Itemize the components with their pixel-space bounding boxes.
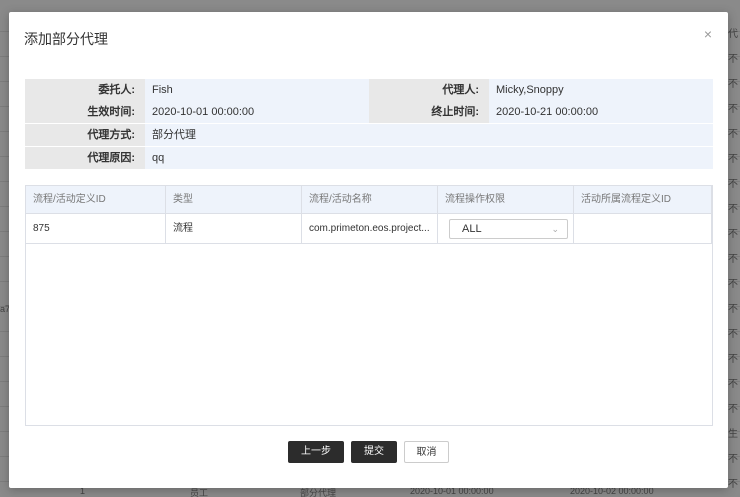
background-bottom-cell: 部分代理 bbox=[300, 488, 337, 497]
agent-value: Micky,Snoppy bbox=[496, 84, 564, 96]
end-time-label: 终止时间: bbox=[431, 106, 479, 118]
background-bottom-cell: 员工 bbox=[190, 488, 209, 497]
background-right-cell: 不 bbox=[728, 279, 738, 290]
principal-label: 委托人: bbox=[98, 84, 135, 96]
chevron-down-icon: ⌄ bbox=[551, 224, 559, 234]
background-right-column: 代不不不不不不不不不不不不不不不生不不 bbox=[728, 0, 740, 497]
reason-label: 代理原因: bbox=[25, 147, 145, 169]
start-time-value: 2020-10-01 00:00:00 bbox=[152, 106, 255, 118]
background-right-cell: 不 bbox=[728, 204, 738, 215]
info-row-reason: 代理原因: qq bbox=[25, 147, 713, 169]
column-header-parent-id[interactable]: 活动所属流程定义ID bbox=[574, 186, 712, 213]
background-right-cell: 不 bbox=[728, 254, 738, 265]
cell-process-id: 875 bbox=[26, 214, 166, 243]
background-right-cell: 不 bbox=[728, 454, 738, 465]
principal-value: Fish bbox=[152, 84, 173, 96]
dialog-title: 添加部分代理 bbox=[24, 31, 108, 47]
reason-value: qq bbox=[145, 147, 713, 169]
background-right-cell: 不 bbox=[728, 104, 738, 115]
column-header-name[interactable]: 流程/活动名称 bbox=[302, 186, 438, 213]
mode-value: 部分代理 bbox=[145, 124, 713, 146]
close-icon[interactable]: × bbox=[700, 26, 716, 42]
background-right-cell: 不 bbox=[728, 229, 738, 240]
cell-name: com.primeton.eos.project... bbox=[302, 214, 438, 243]
previous-step-button[interactable]: 上一步 bbox=[288, 441, 344, 463]
reason-value-text: qq bbox=[152, 152, 165, 164]
submit-button[interactable]: 提交 bbox=[351, 441, 397, 463]
delegation-info-form: 委托人: 生效时间: Fish 2020-10-01 00:00:00 代理人:… bbox=[25, 79, 713, 170]
cell-type: 流程 bbox=[166, 214, 302, 243]
agent-label: 代理人: bbox=[442, 84, 479, 96]
background-right-cell: 代 bbox=[728, 29, 738, 40]
column-header-process-id[interactable]: 流程/活动定义ID bbox=[26, 186, 166, 213]
background-right-cell: 不 bbox=[728, 154, 738, 165]
end-time-value: 2020-10-21 00:00:00 bbox=[496, 106, 599, 118]
cancel-button[interactable]: 取消 bbox=[404, 441, 449, 463]
background-right-cell: 不 bbox=[728, 354, 738, 365]
cell-permission: ALL ⌄ bbox=[438, 214, 574, 243]
background-right-cell: 不 bbox=[728, 129, 738, 140]
info-values-right: Micky,Snoppy 2020-10-21 00:00:00 bbox=[489, 79, 713, 123]
cell-parent-id bbox=[574, 214, 712, 243]
permission-select[interactable]: ALL ⌄ bbox=[449, 219, 568, 239]
info-labels-right: 代理人: 终止时间: bbox=[369, 79, 489, 123]
info-row-people-dates: 委托人: 生效时间: Fish 2020-10-01 00:00:00 代理人:… bbox=[25, 79, 713, 123]
start-time-label: 生效时间: bbox=[87, 106, 135, 118]
mode-label: 代理方式: bbox=[25, 124, 145, 146]
background-right-cell: 不 bbox=[728, 179, 738, 190]
info-values-left: Fish 2020-10-01 00:00:00 bbox=[145, 79, 369, 123]
column-header-permission[interactable]: 流程操作权限 bbox=[438, 186, 574, 213]
mode-value-text: 部分代理 bbox=[152, 129, 196, 141]
reason-label-text: 代理原因: bbox=[87, 152, 135, 164]
background-bottom-row: 1 员工 部分代理 2020-10-01 00:00:00 2020-10-02… bbox=[0, 488, 740, 497]
background-right-cell: 不 bbox=[728, 304, 738, 315]
add-partial-delegation-dialog: 添加部分代理 × 委托人: 生效时间: Fish 2020-10-01 00:0… bbox=[9, 12, 728, 488]
info-row-mode: 代理方式: 部分代理 bbox=[25, 124, 713, 146]
background-right-cell: 不 bbox=[728, 329, 738, 340]
background-bottom-cell: 1 bbox=[80, 488, 86, 496]
permission-select-value: ALL bbox=[462, 223, 482, 235]
delegation-process-table: 流程/活动定义ID 类型 流程/活动名称 流程操作权限 活动所属流程定义ID 8… bbox=[25, 185, 713, 426]
background-right-cell: 不 bbox=[728, 404, 738, 415]
background-bottom-cell: 2020-10-02 00:00:00 bbox=[570, 488, 654, 496]
table-header: 流程/活动定义ID 类型 流程/活动名称 流程操作权限 活动所属流程定义ID bbox=[26, 186, 712, 214]
background-right-cell: 不 bbox=[728, 79, 738, 90]
background-right-cell: 不 bbox=[728, 379, 738, 390]
column-header-type[interactable]: 类型 bbox=[166, 186, 302, 213]
mode-label-text: 代理方式: bbox=[87, 129, 135, 141]
background-right-cell: 不 bbox=[728, 54, 738, 65]
background-bottom-cell: 2020-10-01 00:00:00 bbox=[410, 488, 494, 496]
background-right-cell: 生 bbox=[728, 429, 738, 440]
info-labels-left: 委托人: 生效时间: bbox=[25, 79, 145, 123]
table-row[interactable]: 875 流程 com.primeton.eos.project... ALL ⌄ bbox=[26, 214, 712, 244]
